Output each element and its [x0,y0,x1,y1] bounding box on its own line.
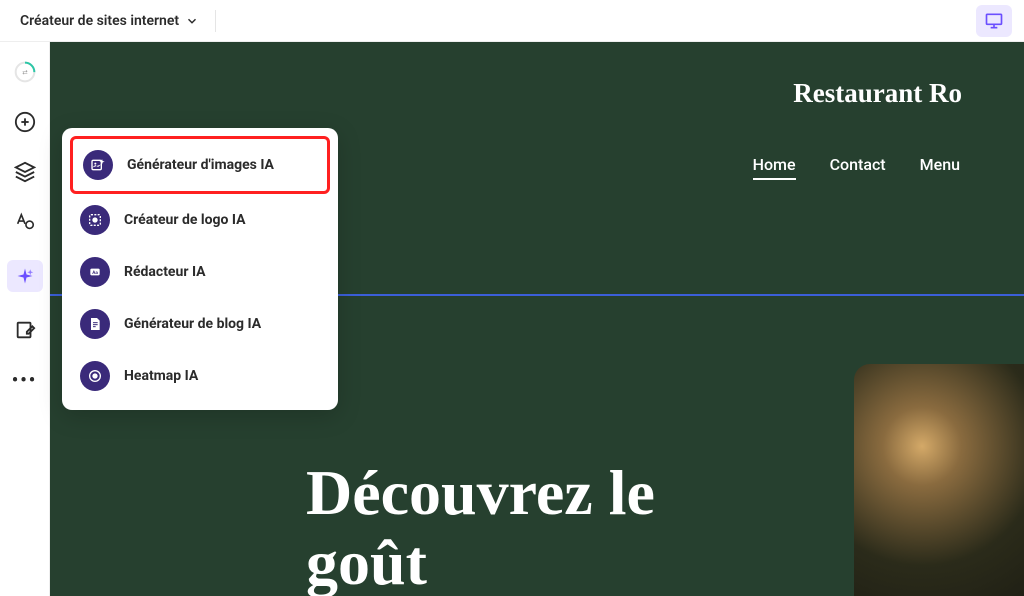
chevron-down-icon [185,14,199,28]
menu-item-image-generator[interactable]: Générateur d'images IA [70,136,330,194]
desktop-icon [984,11,1004,31]
blog-generator-icon [80,309,110,339]
more-dots-icon: ••• [12,370,37,391]
breadcrumb-label: Créateur de sites internet [20,13,179,29]
menu-item-label: Générateur de blog IA [124,316,261,332]
hero-image [854,364,1024,596]
nav-link-menu[interactable]: Menu [920,155,960,180]
progress-indicator[interactable]: ⇄ [13,60,37,84]
menu-item-writer[interactable]: Aa Rédacteur IA [70,246,330,298]
menu-item-label: Heatmap IA [124,368,198,384]
desktop-preview-button[interactable] [976,5,1012,37]
sparkle-icon [16,267,34,285]
hero-line-2: goût [306,527,427,596]
nav-link-contact[interactable]: Contact [830,155,886,180]
layers-icon [14,161,36,183]
site-title: Restaurant Ro [50,78,962,109]
plus-circle-icon [14,111,36,133]
heatmap-icon [80,361,110,391]
add-button[interactable] [13,110,37,134]
text-style-icon [14,211,36,233]
ai-tools-button[interactable] [7,260,43,292]
edit-note-icon [14,319,36,341]
left-sidebar: ⇄ ••• [0,42,50,596]
hero-heading: Découvrez le goût [306,458,655,596]
edit-button[interactable] [13,318,37,342]
ai-tools-flyout: Générateur d'images IA Créateur de logo … [62,128,338,410]
logo-creator-icon [80,205,110,235]
menu-item-label: Créateur de logo IA [124,212,246,228]
menu-item-blog-generator[interactable]: Générateur de blog IA [70,298,330,350]
menu-item-label: Générateur d'images IA [127,157,274,173]
menu-item-heatmap[interactable]: Heatmap IA [70,350,330,402]
layers-button[interactable] [13,160,37,184]
image-generator-icon [83,150,113,180]
top-divider [215,10,216,32]
menu-item-logo-creator[interactable]: Créateur de logo IA [70,194,330,246]
breadcrumb-dropdown[interactable]: Créateur de sites internet [12,9,207,33]
styles-button[interactable] [13,210,37,234]
more-button[interactable]: ••• [13,368,37,392]
progress-ring-icon: ⇄ [13,59,37,85]
top-bar-left: Créateur de sites internet [12,9,216,33]
svg-text:⇄: ⇄ [22,69,28,77]
writer-icon: Aa [80,257,110,287]
top-bar: Créateur de sites internet [0,0,1024,42]
menu-item-label: Rédacteur IA [124,264,206,280]
svg-text:Aa: Aa [92,270,98,276]
hero-line-1: Découvrez le [306,457,655,528]
nav-link-home[interactable]: Home [753,155,796,180]
